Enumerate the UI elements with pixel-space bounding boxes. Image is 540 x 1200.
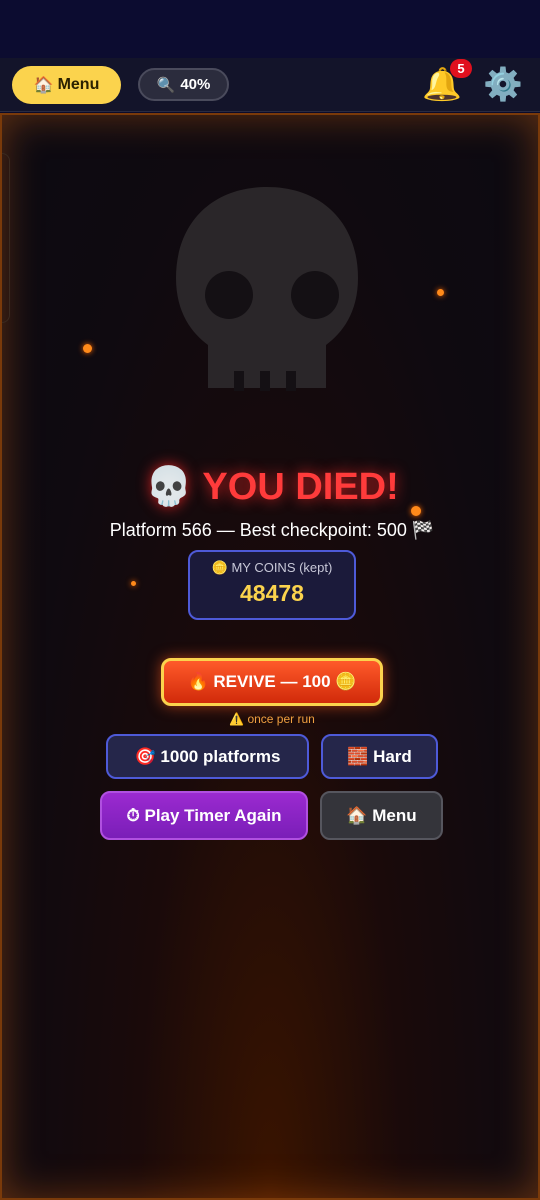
- revive-button[interactable]: 🔥 REVIVE — 100 🪙: [161, 658, 383, 706]
- death-title-text: YOU DIED!: [202, 466, 399, 508]
- gear-icon[interactable]: ⚙️: [483, 64, 523, 104]
- ember-particle: [83, 344, 92, 353]
- death-title: 💀 YOU DIED!: [2, 465, 538, 509]
- difficulty-button[interactable]: 🧱 Hard: [321, 734, 438, 779]
- status-bar: [0, 0, 540, 58]
- revive-note: ⚠️ once per run: [229, 712, 315, 726]
- play-again-button[interactable]: ⏱ Play Timer Again: [100, 791, 308, 840]
- skull-background-icon: [176, 187, 358, 391]
- death-subtitle: Platform 566 — Best checkpoint: 500 🏁: [109, 520, 435, 540]
- menu-button[interactable]: 🏠 Menu: [12, 66, 121, 104]
- menu-label: Menu: [57, 76, 100, 93]
- menu-return-button[interactable]: 🏠 Menu: [320, 791, 443, 840]
- side-drawer-handle[interactable]: [2, 153, 10, 323]
- ember-particle: [437, 289, 444, 296]
- coins-value: 48478: [240, 580, 304, 606]
- coins-label: 🪙 MY COINS (kept): [211, 560, 333, 575]
- home-icon: 🏠: [33, 77, 54, 94]
- coins-panel: 🪙 MY COINS (kept) 48478: [188, 550, 356, 620]
- game-canvas: 💀 YOU DIED! Platform 566 — Best checkpoi…: [0, 113, 540, 1200]
- notification-badge: 5: [450, 59, 472, 78]
- zoom-button[interactable]: 🔍 40%: [138, 68, 229, 101]
- platforms-button[interactable]: 🎯 1000 platforms: [106, 734, 309, 779]
- skull-icon: 💀: [145, 466, 193, 508]
- magnifier-icon: 🔍: [156, 76, 176, 94]
- zoom-level: 40%: [180, 76, 211, 93]
- ember-particle: [131, 581, 136, 586]
- top-bar: 🏠 Menu 🔍 40% 🔔 5 ⚙️: [0, 58, 540, 112]
